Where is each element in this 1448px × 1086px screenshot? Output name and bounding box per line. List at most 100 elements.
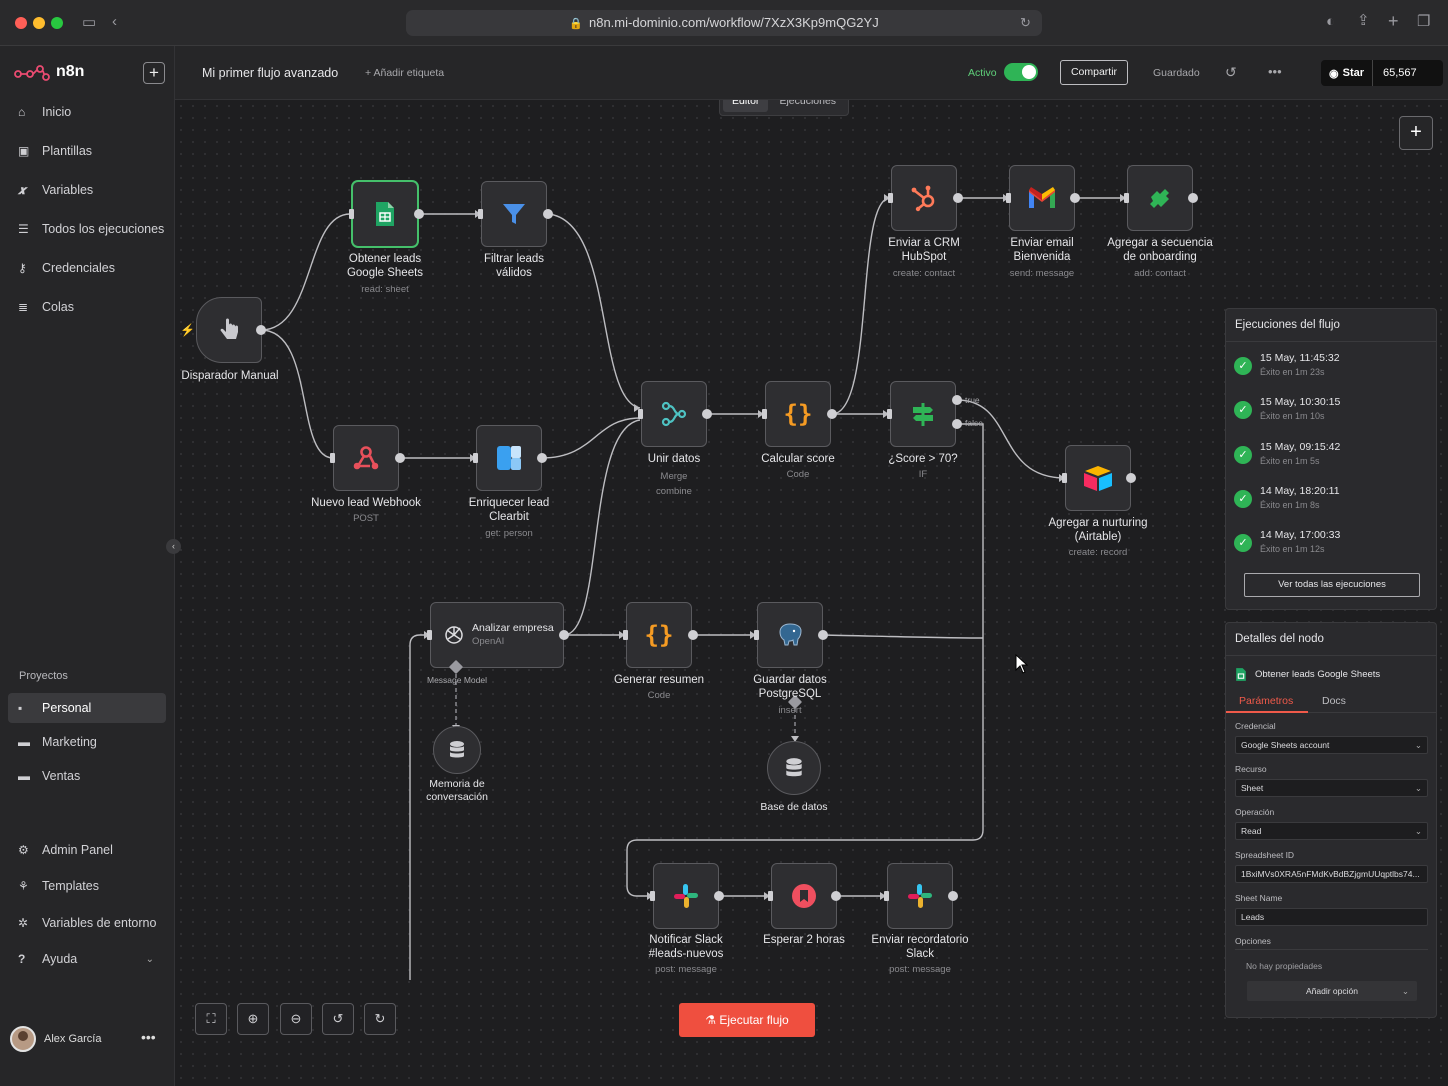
node-unir-datos[interactable] [641,381,707,447]
sidebar-item-plantillas[interactable]: ▣ Plantillas [8,136,166,166]
sidebar-item-colas[interactable]: ≣ Colas [8,292,166,322]
tab-parametros[interactable]: Parámetros [1239,695,1293,707]
node-if-score[interactable] [890,381,956,447]
input-port[interactable] [650,891,655,901]
sidebar-item-ejecuciones[interactable]: ☰ Todos los ejecuciones [8,214,166,244]
output-port[interactable] [818,630,828,640]
node-esperar[interactable] [771,863,837,929]
add-node-button[interactable]: + [1399,116,1433,150]
output-port[interactable] [1126,473,1136,483]
node-webhook[interactable] [333,425,399,491]
output-port[interactable] [831,891,841,901]
new-tab-icon[interactable]: + [1388,12,1399,30]
spreadsheet-id-input[interactable]: 1BxiMVs0XRA5nFMdKvBdBZjgmUUqptlbs74... [1235,865,1428,883]
execution-item[interactable]: ✓ 14 May, 17:00:33 Éxito en 1m 12s [1234,522,1430,566]
true-output-port[interactable] [952,395,962,405]
zoom-in-button[interactable]: ⊕ [237,1003,269,1035]
node-gmail[interactable] [1009,165,1075,231]
output-port[interactable] [1070,193,1080,203]
n8n-logo[interactable]: n8n [14,63,84,81]
node-airtable[interactable] [1065,445,1131,511]
input-port[interactable] [754,630,759,640]
input-port[interactable] [1124,193,1129,203]
project-ventas[interactable]: ▬ Ventas [8,761,166,791]
input-port[interactable] [478,209,483,219]
input-port[interactable] [473,453,478,463]
view-all-executions-button[interactable]: Ver todas las ejecuciones [1244,573,1420,597]
input-port[interactable] [349,209,354,219]
node-postgresql[interactable] [757,602,823,668]
node-google-sheets[interactable] [352,181,418,247]
input-port[interactable] [427,630,432,640]
sheet-name-input[interactable]: Leads [1235,908,1428,926]
output-port[interactable] [537,453,547,463]
output-port[interactable] [714,891,724,901]
sidebar-item-templates[interactable]: ⚘ Templates [8,871,166,901]
tabs-overview-icon[interactable]: ❐ [1417,14,1430,30]
node-base-de-datos[interactable] [767,741,821,795]
sidebar-item-inicio[interactable]: ⌂ Inicio [8,97,166,127]
tab-ejecuciones[interactable]: Ejecuciones [770,100,845,112]
output-port[interactable] [256,325,266,335]
input-port[interactable] [884,891,889,901]
tab-docs[interactable]: Docs [1322,695,1346,707]
sidebar-item-ayuda[interactable]: ? Ayuda ⌄ [8,944,166,974]
input-port[interactable] [623,630,628,640]
history-icon[interactable]: ↺ [1225,64,1237,81]
resource-select[interactable]: Sheet ⌄ [1235,779,1428,797]
output-port[interactable] [953,193,963,203]
execution-item[interactable]: ✓ 15 May, 10:30:15 Éxito en 1m 10s [1234,389,1430,433]
node-secuencia-onboarding[interactable] [1127,165,1193,231]
add-tag-link[interactable]: + Añadir etiqueta [365,67,444,79]
user-menu[interactable]: Alex García [10,1026,101,1052]
output-port[interactable] [702,409,712,419]
output-port[interactable] [559,630,569,640]
output-port[interactable] [948,891,958,901]
output-port[interactable] [543,209,553,219]
node-memoria[interactable] [433,726,481,774]
node-openai[interactable]: Analizar empresa OpenAI [430,602,564,668]
back-arrow-icon[interactable]: ‹ [112,14,117,30]
operation-select[interactable]: Read ⌄ [1235,822,1428,840]
create-button[interactable]: + [143,62,165,84]
node-clearbit[interactable] [476,425,542,491]
workflow-canvas[interactable]: Editor Ejecuciones + ⚡ Disparador Manual… [175,100,1448,1086]
output-port[interactable] [827,409,837,419]
input-port[interactable] [330,453,335,463]
execute-workflow-button[interactable]: ⚗ Ejecutar flujo [679,1003,815,1037]
maximize-window-button[interactable] [51,17,63,29]
node-calcular-score[interactable]: {} [765,381,831,447]
execution-item[interactable]: ✓ 14 May, 18:20:11 Éxito en 1m 8s [1234,478,1430,522]
execution-item[interactable]: ✓ 15 May, 11:45:32 Éxito en 1m 23s [1234,345,1430,389]
input-port[interactable] [888,193,893,203]
more-options-icon[interactable]: ••• [1268,64,1282,79]
input-port[interactable] [768,891,773,901]
share-icon[interactable]: ⇪ [1357,13,1370,29]
project-marketing[interactable]: ▬ Marketing [8,727,166,757]
output-port[interactable] [1188,193,1198,203]
reset-zoom-button[interactable]: ↺ [322,1003,354,1035]
sidebar-item-variables[interactable]: 𝒙 Variables [8,175,166,205]
node-generar-resumen[interactable]: {} [626,602,692,668]
output-port[interactable] [688,630,698,640]
project-personal[interactable]: ▪ Personal [8,693,166,723]
privacy-icon[interactable]: ◐ [1326,14,1335,30]
zoom-out-button[interactable]: ⊖ [280,1003,312,1035]
minimize-window-button[interactable] [33,17,45,29]
fit-view-button[interactable]: ⛶ [195,1003,227,1035]
node-hubspot[interactable] [891,165,957,231]
github-star-button[interactable]: ◉ Star 65,567 [1321,60,1443,86]
credential-select[interactable]: Google Sheets account ⌄ [1235,736,1428,754]
input-port[interactable] [1006,193,1011,203]
input-port[interactable] [638,409,643,419]
node-slack-notificar[interactable] [653,863,719,929]
redo-button[interactable]: ↻ [364,1003,396,1035]
sidebar-item-admin-panel[interactable]: ⚙ Admin Panel [8,835,166,865]
output-port[interactable] [395,453,405,463]
sidebar-toggle-icon[interactable]: ▭ [82,15,96,31]
execution-item[interactable]: ✓ 15 May, 09:15:42 Éxito en 1m 5s [1234,434,1430,478]
input-port[interactable] [762,409,767,419]
address-bar[interactable]: 🔒 n8n.mi-dominio.com/workflow/7XzX3Kp9mQG… [406,10,1042,36]
close-window-button[interactable] [15,17,27,29]
collapse-sidebar-button[interactable]: ‹ [166,539,181,554]
